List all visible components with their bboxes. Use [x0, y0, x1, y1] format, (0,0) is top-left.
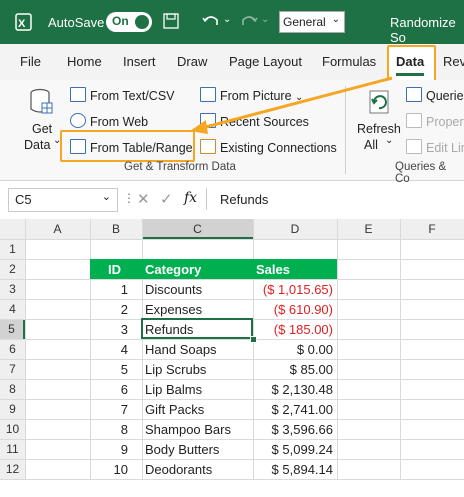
table-cell-category[interactable]: Discounts: [145, 282, 202, 297]
gridline-horizontal: [0, 339, 464, 340]
table-cell-category[interactable]: Gift Packs: [145, 402, 204, 417]
table-cell-id[interactable]: 1: [90, 282, 128, 297]
table-cell-sales[interactable]: $ 5,099.24: [253, 442, 333, 457]
table-cell-id[interactable]: 5: [90, 362, 128, 377]
table-cell-sales[interactable]: $ 5,894.14: [253, 462, 333, 477]
table-cell-category[interactable]: Body Butters: [145, 442, 219, 457]
table-cell-sales[interactable]: ($ 1,015.65): [253, 282, 333, 297]
insert-function-icon[interactable]: fx: [184, 190, 197, 206]
gridline-vertical: [400, 219, 401, 479]
active-cell-c5[interactable]: [141, 318, 253, 339]
gridline-horizontal: [0, 439, 464, 440]
row-header-11[interactable]: 11: [0, 439, 25, 459]
row-header-2[interactable]: 2: [0, 259, 25, 279]
table-cell-id[interactable]: 9: [90, 442, 128, 457]
cancel-icon[interactable]: ✕: [137, 190, 150, 208]
row-header-1[interactable]: 1: [0, 239, 25, 259]
fill-handle[interactable]: [250, 336, 257, 343]
column-header-a[interactable]: A: [25, 219, 90, 239]
table-cell-category[interactable]: Hand Soaps: [145, 342, 217, 357]
gridline-horizontal: [0, 279, 464, 280]
row-header-10[interactable]: 10: [0, 419, 25, 439]
table-cell-id[interactable]: 4: [90, 342, 128, 357]
row-header-9[interactable]: 9: [0, 399, 25, 419]
table-cell-id[interactable]: 7: [90, 402, 128, 417]
table-cell-sales[interactable]: $ 3,596.66: [253, 422, 333, 437]
table-cell-sales[interactable]: $ 0.00: [253, 342, 333, 357]
table-cell-category[interactable]: Expenses: [145, 302, 202, 317]
row-header-8[interactable]: 8: [0, 379, 25, 399]
table-cell-category[interactable]: Lip Scrubs: [145, 362, 206, 377]
name-box-value: C5: [15, 192, 32, 207]
more-options-icon[interactable]: ⋮: [123, 191, 135, 205]
table-cell-id[interactable]: 6: [90, 382, 128, 397]
chevron-down-icon: ⌄: [101, 191, 111, 203]
row-header-12[interactable]: 12: [0, 459, 25, 479]
table-cell-id[interactable]: 8: [90, 422, 128, 437]
table-cell-sales[interactable]: ($ 610.90): [253, 302, 333, 317]
table-cell-sales[interactable]: $ 2,741.00: [253, 402, 333, 417]
table-header-id[interactable]: ID: [108, 262, 121, 277]
table-header-sales[interactable]: Sales: [256, 262, 290, 277]
table-cell-category[interactable]: Lip Balms: [145, 382, 202, 397]
annotation-arrow: [190, 76, 393, 134]
table-cell-category[interactable]: Deodorants: [145, 462, 212, 477]
formula-bar-separator: [206, 188, 207, 210]
gridline-horizontal: [0, 419, 464, 420]
gridline-horizontal: [0, 399, 464, 400]
table-cell-sales[interactable]: $ 2,130.48: [253, 382, 333, 397]
formula-input[interactable]: Refunds: [220, 192, 268, 207]
gridline-vertical: [25, 219, 26, 479]
table-cell-category[interactable]: Shampoo Bars: [145, 422, 231, 437]
gridline-horizontal: [0, 359, 464, 360]
gridline-horizontal: [0, 479, 464, 480]
table-cell-sales[interactable]: $ 85.00: [253, 362, 333, 377]
table-cell-id[interactable]: 3: [90, 322, 128, 337]
column-header-f[interactable]: F: [400, 219, 464, 239]
gridline-vertical: [142, 219, 143, 479]
table-header-category[interactable]: Category: [145, 262, 201, 277]
select-all-corner[interactable]: [0, 219, 25, 239]
row-header-5[interactable]: 5: [0, 319, 25, 339]
gridline-vertical: [337, 219, 338, 479]
column-header-e[interactable]: E: [337, 219, 400, 239]
gridline-horizontal: [0, 379, 464, 380]
row-header-6[interactable]: 6: [0, 339, 25, 359]
table-cell-sales[interactable]: ($ 185.00): [253, 322, 333, 337]
table-cell-id[interactable]: 2: [90, 302, 128, 317]
enter-icon[interactable]: ✓: [160, 190, 173, 208]
gridline-horizontal: [0, 239, 464, 240]
column-header-d[interactable]: D: [253, 219, 337, 239]
gridline-horizontal: [0, 459, 464, 460]
table-header-bg: [90, 259, 337, 279]
table-cell-id[interactable]: 10: [90, 462, 128, 477]
row-header-4[interactable]: 4: [0, 299, 25, 319]
name-box[interactable]: C5 ⌄: [8, 188, 118, 212]
row-header-7[interactable]: 7: [0, 359, 25, 379]
gridline-horizontal: [0, 299, 464, 300]
column-header-c[interactable]: C: [142, 219, 253, 239]
row-header-3[interactable]: 3: [0, 279, 25, 299]
column-header-b[interactable]: B: [90, 219, 142, 239]
